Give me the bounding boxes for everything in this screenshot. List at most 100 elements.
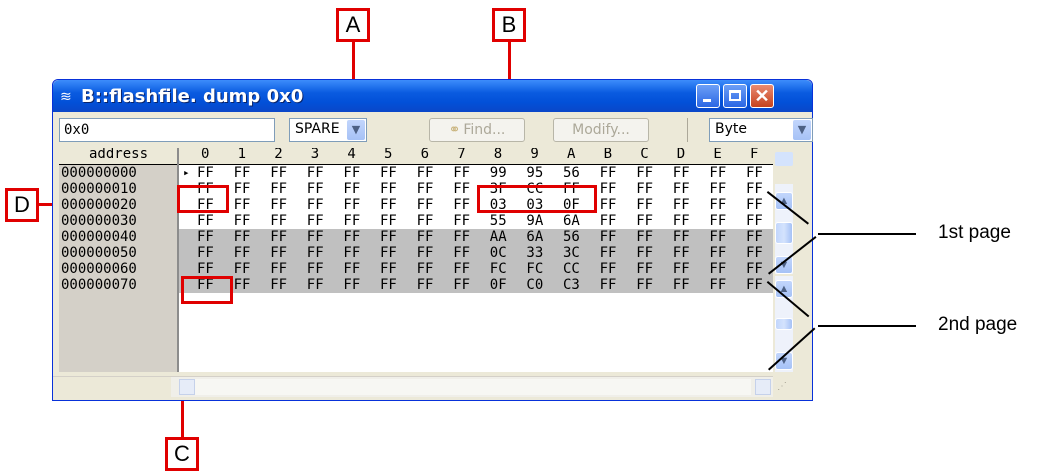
close-button[interactable]: ✕ [750,84,774,108]
byte-cell[interactable]: 6A [526,229,543,245]
byte-cell[interactable]: 9A [526,213,543,229]
byte-cell[interactable]: FF [709,245,726,261]
byte-cell[interactable]: FF [197,213,214,229]
byte-cell[interactable]: FF [270,277,287,293]
address-divider[interactable] [177,148,179,372]
byte-cell[interactable]: FF [600,261,617,277]
byte-cell[interactable]: FF [636,213,653,229]
byte-cell[interactable]: FF [673,165,690,181]
byte-cell[interactable]: FF [673,197,690,213]
byte-cell[interactable]: FF [307,165,324,181]
byte-cell[interactable]: CC [563,261,580,277]
scroll-thumb[interactable] [775,222,793,244]
byte-cell[interactable]: AA [490,229,507,245]
byte-cell[interactable]: FF [307,213,324,229]
byte-cell[interactable]: FF [453,261,470,277]
byte-cell[interactable]: FF [197,165,214,181]
byte-cell[interactable]: FF [673,213,690,229]
modify-button[interactable]: Modify... [553,118,649,142]
byte-cell[interactable]: FC [526,261,543,277]
resize-grip-icon[interactable]: ⋰ [777,381,791,395]
byte-cell[interactable]: FF [343,181,360,197]
scroll-thumb[interactable] [775,318,793,330]
byte-cell[interactable]: FF [270,181,287,197]
byte-cell[interactable]: FF [343,213,360,229]
byte-cell[interactable]: FF [197,229,214,245]
byte-cell[interactable]: FF [673,261,690,277]
byte-cell[interactable]: FF [673,229,690,245]
byte-cell[interactable]: 3C [563,245,580,261]
byte-cell[interactable]: FF [417,181,434,197]
byte-cell[interactable]: FF [709,197,726,213]
byte-cell[interactable]: 6A [563,213,580,229]
byte-cell[interactable]: FF [746,261,763,277]
byte-cell[interactable]: FF [417,213,434,229]
byte-cell[interactable]: 33 [526,245,543,261]
byte-cell[interactable]: 56 [563,229,580,245]
byte-cell[interactable]: FF [636,197,653,213]
byte-cell[interactable]: FF [307,197,324,213]
byte-cell[interactable]: FF [600,213,617,229]
byte-cell[interactable]: FF [307,277,324,293]
byte-cell[interactable]: FF [453,277,470,293]
byte-cell[interactable]: FF [453,213,470,229]
byte-cell[interactable]: FF [636,229,653,245]
byte-cell[interactable]: FF [709,229,726,245]
title-bar[interactable]: ≋ B::flashfile. dump 0x0 ✕ [53,80,812,112]
byte-cell[interactable]: FF [234,277,251,293]
byte-cell[interactable]: FF [270,213,287,229]
byte-cell[interactable]: FF [234,245,251,261]
byte-cell[interactable]: 55 [490,213,507,229]
byte-cell[interactable]: 95 [526,165,543,181]
address-input[interactable]: 0x0 [59,118,275,142]
byte-cell[interactable]: FF [709,261,726,277]
byte-cell[interactable]: FF [380,277,397,293]
byte-cell[interactable]: FF [197,261,214,277]
byte-cell[interactable]: FF [746,165,763,181]
chevron-down-icon[interactable]: ▼ [347,120,365,140]
byte-cell[interactable]: FF [380,245,397,261]
byte-cell[interactable]: FF [197,245,214,261]
byte-cell[interactable]: FF [746,197,763,213]
byte-cell[interactable]: FF [636,245,653,261]
byte-cell[interactable]: FF [234,181,251,197]
byte-cell[interactable]: FF [636,165,653,181]
scroll-left-button[interactable] [179,379,195,395]
byte-cell[interactable]: FF [636,261,653,277]
byte-cell[interactable]: FF [636,277,653,293]
scroll-right-button[interactable] [755,379,771,395]
byte-cell[interactable]: FF [453,245,470,261]
byte-cell[interactable]: FF [746,181,763,197]
byte-cell[interactable]: FF [600,197,617,213]
byte-cell[interactable]: FF [270,197,287,213]
byte-cell[interactable]: FF [709,277,726,293]
byte-cell[interactable]: FF [417,197,434,213]
byte-cell[interactable]: FF [270,165,287,181]
byte-cell[interactable]: FF [417,229,434,245]
byte-cell[interactable]: 99 [490,165,507,181]
byte-cell[interactable]: FF [234,213,251,229]
byte-cell[interactable]: FF [307,245,324,261]
byte-cell[interactable]: FF [709,213,726,229]
byte-cell[interactable]: FF [234,229,251,245]
memory-grid[interactable]: address 0123456789ABCDEF 000000000 FF FF FF… [59,148,773,372]
byte-cell[interactable]: C3 [563,277,580,293]
byte-cell[interactable]: FF [600,165,617,181]
byte-cell[interactable]: FF [343,245,360,261]
byte-cell[interactable]: FF [600,277,617,293]
byte-cell[interactable]: FF [307,261,324,277]
byte-cell[interactable]: FF [380,213,397,229]
byte-cell[interactable]: FF [343,197,360,213]
byte-cell[interactable]: FF [746,277,763,293]
byte-cell[interactable]: FF [746,213,763,229]
byte-cell[interactable]: FF [380,261,397,277]
byte-cell[interactable]: FF [746,245,763,261]
byte-cell[interactable]: FF [417,261,434,277]
byte-cell[interactable]: C0 [526,277,543,293]
byte-cell[interactable]: FF [417,277,434,293]
byte-cell[interactable]: FC [490,261,507,277]
byte-cell[interactable]: FF [234,197,251,213]
maximize-button[interactable] [723,84,747,108]
chevron-down-icon[interactable]: ▼ [793,120,811,140]
minimize-button[interactable] [696,84,720,108]
